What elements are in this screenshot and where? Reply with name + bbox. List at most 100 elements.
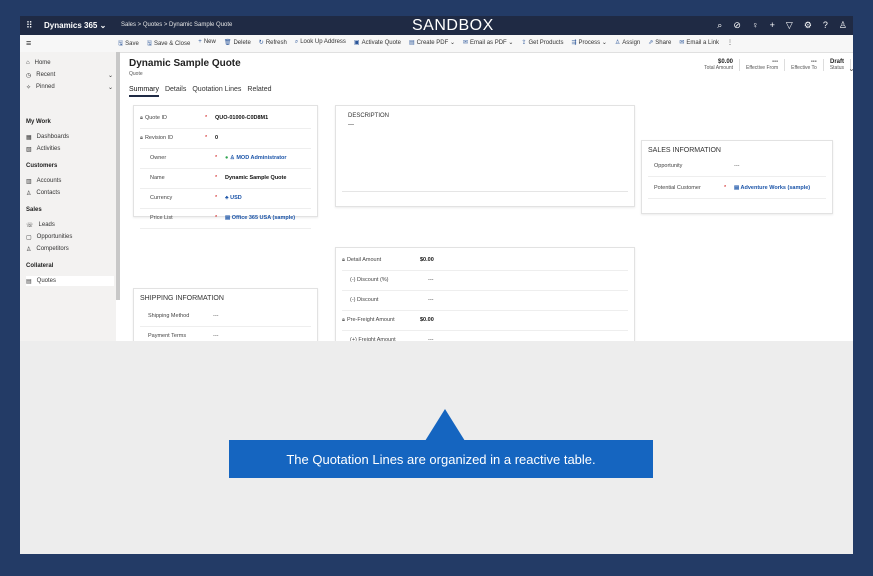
field-value[interactable]: ● ♙ MOD Administrator xyxy=(225,155,287,161)
sidebar-item[interactable]: ☏ Leads xyxy=(26,220,55,230)
filter-icon[interactable]: ▽ xyxy=(786,20,793,31)
brand-chevron-icon: ⌄ xyxy=(99,21,107,30)
field-value[interactable]: QUO-01000-C0D8M1 xyxy=(215,115,268,121)
field-label: Currency xyxy=(140,195,215,201)
chevron-down-icon[interactable]: ⌄ xyxy=(108,72,113,79)
field-value[interactable]: 0 xyxy=(215,135,218,141)
command-button[interactable]: ▣ Activate Quote xyxy=(354,39,401,49)
field-value[interactable]: --- xyxy=(428,297,434,303)
description-value[interactable]: --- xyxy=(348,122,354,128)
description-card: DESCRIPTION --- xyxy=(335,105,635,207)
command-button[interactable]: ⇶ Process ⌄ xyxy=(571,39,606,49)
command-button[interactable]: 🗑 Delete xyxy=(224,39,251,49)
form-field-row: Name * Dynamic Sample Quote xyxy=(140,168,311,189)
field-value[interactable]: --- xyxy=(734,163,740,169)
field-label: 🔒︎ Detail Amount xyxy=(342,257,420,264)
gear-icon[interactable]: ⚙ xyxy=(804,20,812,31)
sidebar-item[interactable]: ▥ Accounts xyxy=(26,176,61,186)
sidebar-item[interactable]: ◷ Recent ⌄ xyxy=(26,70,113,80)
tab-quotation-lines[interactable]: Quotation Lines xyxy=(192,86,241,97)
environment-label: SANDBOX xyxy=(412,17,494,34)
command-button[interactable]: 🖫 Save xyxy=(118,39,139,49)
command-label: Email as PDF ⌄ xyxy=(470,40,514,46)
required-marker: * xyxy=(724,185,727,191)
app-launcher-icon[interactable]: ⠿ xyxy=(26,21,35,30)
form-field-row: Opportunity --- xyxy=(648,156,826,177)
command-label: Share xyxy=(655,40,672,46)
breadcrumb[interactable]: Sales > Quotes > Dynamic Sample Quote xyxy=(121,22,232,28)
command-label: Look Up Address xyxy=(300,39,346,45)
command-button[interactable]: ⇗ Share xyxy=(648,39,671,49)
field-value[interactable]: ▤ Office 365 USA (sample) xyxy=(225,215,295,221)
command-icon: ⇗ xyxy=(648,40,654,46)
command-button[interactable]: 🖫 Save & Close xyxy=(147,39,190,49)
sidebar-item-icon: ▧ xyxy=(26,146,32,153)
sidebar-item-label: Leads xyxy=(38,222,55,228)
command-label: New xyxy=(203,39,216,45)
sidebar-item[interactable]: ♙ Contacts xyxy=(26,188,60,198)
command-button[interactable]: + New xyxy=(198,39,216,49)
sidebar-item[interactable]: ▤ Quotes xyxy=(26,276,114,286)
tab-related[interactable]: Related xyxy=(247,86,271,97)
shipping-information-card: SHIPPING INFORMATION Shipping Method --- P… xyxy=(133,288,318,341)
field-value-text: QUO-01000-C0D8M1 xyxy=(215,115,269,121)
command-icon: ⇶ xyxy=(571,40,577,46)
target-icon[interactable]: ⊘ xyxy=(733,20,741,31)
field-value[interactable]: --- xyxy=(213,313,219,319)
app-brand[interactable]: Dynamics 365 ⌄ xyxy=(44,21,106,30)
command-button[interactable]: ⇪ Get Products xyxy=(521,39,563,49)
command-button[interactable]: ▤ Create PDF ⌄ xyxy=(409,39,455,49)
command-button[interactable]: ⌕ Look Up Address xyxy=(295,39,346,49)
tab-summary[interactable]: Summary xyxy=(129,86,159,97)
field-label: Opportunity xyxy=(654,163,683,169)
search-icon[interactable]: ⌕ xyxy=(717,20,722,31)
header-expand-chevron-icon[interactable]: ⌄ xyxy=(848,64,853,73)
form-field-row: Payment Terms --- xyxy=(140,326,311,341)
sidebar-item[interactable]: ♙ Competitors xyxy=(26,244,69,254)
field-value[interactable]: --- xyxy=(428,277,434,283)
field-value-text: MOD Administrator xyxy=(236,155,287,161)
command-button[interactable]: ✉ Email a Link xyxy=(679,39,719,49)
tab-details[interactable]: Details xyxy=(165,86,186,97)
field-value-text: 0 xyxy=(215,135,219,141)
required-marker: * xyxy=(215,215,218,221)
sidebar-item[interactable]: ⌂ Home xyxy=(26,58,51,68)
sidebar-group-title: Collateral xyxy=(26,263,54,269)
form-field-row: 🔒︎ Revision ID * 0 xyxy=(140,128,311,149)
plus-icon[interactable]: + xyxy=(770,20,775,31)
help-icon[interactable]: ? xyxy=(823,20,828,31)
sidebar-item[interactable]: ✧ Pinned ⌄ xyxy=(26,82,113,92)
command-button[interactable]: ✉ Email as PDF ⌄ xyxy=(463,39,513,49)
sidebar-item[interactable]: ▢ Opportunities xyxy=(26,232,72,242)
sidebar-item[interactable]: ▦ Dashboards xyxy=(26,132,69,142)
field-label-text: Pre-Freight Amount xyxy=(346,316,395,323)
command-button[interactable]: ↻ Refresh xyxy=(259,39,287,49)
user-icon[interactable]: ♙ xyxy=(839,20,847,31)
field-value[interactable]: --- xyxy=(213,333,219,339)
form-field-row: Price List * ▤ Office 365 USA (sample) xyxy=(140,208,311,229)
field-label-text: Price List xyxy=(150,215,173,221)
sidebar-item[interactable]: ▧ Activities xyxy=(26,144,60,154)
command-button[interactable]: ♙ Assign xyxy=(615,39,640,49)
lightbulb-icon[interactable]: ♀ xyxy=(752,20,759,31)
lock-icon: 🔒︎ xyxy=(342,316,345,323)
chevron-down-icon[interactable]: ⌄ xyxy=(108,84,113,91)
required-marker: * xyxy=(205,135,208,141)
hamburger-menu-icon[interactable]: ≡ xyxy=(26,38,31,48)
field-label-text: Owner xyxy=(150,155,167,161)
sidebar-item-label: Contacts xyxy=(36,190,61,196)
field-value[interactable]: ♣ USD xyxy=(225,195,242,201)
field-label: 🔒︎ Quote ID xyxy=(140,115,205,122)
field-value[interactable]: Dynamic Sample Quote xyxy=(225,175,286,181)
site-map-sidebar: ⌂ Home ◷ Recent ⌄ ✧ Pinned ⌄ My Work ▦ Dashboards ▧… xyxy=(20,52,116,341)
field-value[interactable]: --- xyxy=(428,337,434,341)
sidebar-item-label: Competitors xyxy=(36,246,69,252)
command-button[interactable]: ⋮ xyxy=(727,39,733,49)
field-value-text: USD xyxy=(230,195,242,201)
command-icon: ✉ xyxy=(679,40,685,46)
field-label-text: Detail Amount xyxy=(346,256,382,263)
field-value[interactable]: ▤ Adventure Works (sample) xyxy=(734,185,810,191)
sidebar-scrollbar[interactable] xyxy=(116,52,120,300)
required-marker: * xyxy=(215,195,218,201)
command-icon: 🗑 xyxy=(223,40,232,46)
